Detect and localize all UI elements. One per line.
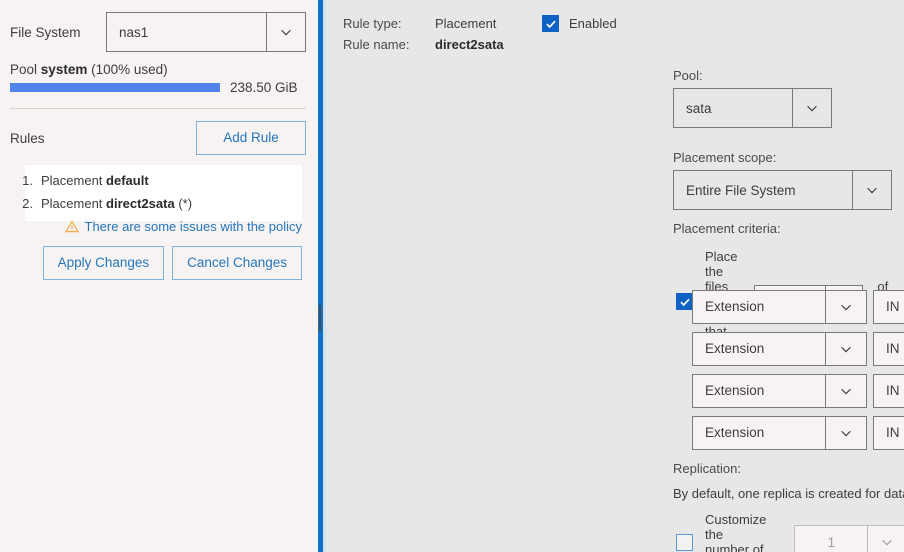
rule-name-label: Rule name:: [343, 37, 410, 52]
placement-scope-label: Placement scope:: [673, 150, 777, 165]
policy-actions: Apply Changes Cancel Changes: [25, 246, 302, 280]
pool-usage: (100% used): [91, 62, 168, 77]
criteria-attribute-select[interactable]: Extension: [692, 289, 867, 324]
file-system-select[interactable]: nas1: [106, 12, 306, 52]
enabled-label: Enabled: [569, 16, 617, 31]
pool-usage-bar-fill: [10, 83, 220, 92]
rule-type-value: Placement: [435, 16, 497, 31]
rule-index: 2.: [22, 196, 33, 211]
replicas-count-select[interactable]: 1: [794, 525, 904, 552]
chevron-down-icon: [852, 171, 891, 209]
criteria-attribute-select[interactable]: Extension: [692, 331, 867, 366]
add-rule-button[interactable]: Add Rule: [196, 121, 306, 155]
pool-field-label: Pool:: [673, 68, 703, 83]
customize-replicas-label: Customize the number of replicas:: [705, 512, 767, 552]
pool-prefix: Pool: [10, 62, 38, 77]
chevron-down-icon: [867, 526, 904, 552]
panel-splitter[interactable]: [318, 0, 326, 552]
pool-select-value: sata: [686, 100, 712, 116]
rule-index: 1.: [22, 173, 33, 188]
policy-issues-text: There are some issues with the policy: [84, 219, 302, 234]
rule-detail-panel: Rule type: Placement Rule name: direct2s…: [326, 0, 904, 552]
placement-scope-value: Entire File System: [686, 182, 796, 198]
rule-label: Placement default: [41, 173, 149, 188]
criteria-row: Extension IN: [692, 414, 904, 451]
criteria-operator-select[interactable]: IN: [873, 415, 904, 450]
replication-label: Replication:: [673, 461, 741, 476]
criteria-operator-select[interactable]: IN: [873, 331, 904, 366]
chevron-down-icon: [825, 290, 866, 323]
place-files-checkbox[interactable]: [676, 293, 693, 310]
rule-name-row: Rule name: direct2sata: [343, 34, 504, 55]
rule-name-value: direct2sata: [435, 37, 504, 52]
rule-type: Placement: [41, 196, 103, 211]
criteria-operator-value: IN: [886, 341, 900, 356]
rule-type-row: Rule type: Placement: [343, 13, 504, 34]
criteria-operator-value: IN: [886, 299, 900, 314]
left-panel: File System nas1 Pool system (100% used)…: [0, 0, 318, 552]
warning-triangle-icon: [64, 220, 79, 233]
policy-editor-window: File System nas1 Pool system (100% used)…: [0, 0, 904, 552]
enabled-row: Enabled: [542, 15, 617, 32]
rules-title: Rules: [10, 130, 45, 146]
criteria-rows: Extension IN Extension IN Extension IN E…: [692, 288, 904, 456]
file-system-select-value: nas1: [119, 24, 149, 40]
replicas-count-value: 1: [827, 534, 836, 550]
rule-type: Placement: [41, 173, 103, 188]
criteria-attribute-value: Extension: [705, 425, 765, 440]
criteria-attribute-value: Extension: [705, 383, 765, 398]
rule-label: Placement direct2sata (*): [41, 196, 192, 211]
placement-criteria-label: Placement criteria:: [673, 221, 781, 236]
chevron-down-icon: [792, 89, 831, 127]
pool-name: system: [40, 62, 88, 77]
replication-description: By default, one replica is created for d…: [673, 486, 904, 501]
left-divider: [10, 108, 306, 109]
enabled-checkbox[interactable]: [542, 15, 559, 32]
criteria-operator-select[interactable]: IN: [873, 289, 904, 324]
criteria-row: Extension IN: [692, 288, 904, 325]
pool-size-label: 238.50 GiB: [230, 80, 298, 95]
rule-type-label: Rule type:: [343, 16, 402, 31]
chevron-down-icon: [825, 332, 866, 365]
customize-replicas-row: Customize the number of replicas: 1: [676, 512, 904, 552]
criteria-row: Extension IN: [692, 372, 904, 409]
rule-name: default: [106, 173, 149, 188]
criteria-operator-select[interactable]: IN: [873, 373, 904, 408]
rule-meta: Rule type: Placement Rule name: direct2s…: [343, 13, 504, 55]
rule-list-item[interactable]: 2. Placement direct2sata (*): [22, 192, 302, 215]
chevron-down-icon: [825, 374, 866, 407]
pool-select[interactable]: sata: [673, 88, 832, 128]
pool-usage-row: 238.50 GiB: [10, 80, 300, 95]
chevron-down-icon: [266, 13, 305, 51]
placement-scope-select[interactable]: Entire File System: [673, 170, 892, 210]
rules-header: Rules Add Rule: [10, 120, 306, 156]
rule-list-item[interactable]: 1. Placement default: [22, 169, 302, 192]
splitter-bar: [318, 0, 323, 552]
cancel-changes-button[interactable]: Cancel Changes: [172, 246, 302, 280]
criteria-attribute-value: Extension: [705, 341, 765, 356]
policy-issues-row: There are some issues with the policy: [25, 219, 302, 234]
rule-name: direct2sata: [106, 196, 175, 211]
chevron-down-icon: [825, 416, 866, 449]
criteria-attribute-select[interactable]: Extension: [692, 373, 867, 408]
apply-changes-button[interactable]: Apply Changes: [42, 246, 165, 280]
pool-usage-bar: [10, 83, 220, 92]
splitter-drag-handle[interactable]: [319, 305, 321, 331]
criteria-attribute-select[interactable]: Extension: [692, 415, 867, 450]
rule-suffix: (*): [178, 196, 193, 211]
policy-issues-link[interactable]: There are some issues with the policy: [64, 219, 302, 234]
criteria-attribute-value: Extension: [705, 299, 765, 314]
customize-replicas-checkbox[interactable]: [676, 533, 693, 551]
criteria-operator-value: IN: [886, 425, 900, 440]
pool-summary: Pool system (100% used): [10, 62, 168, 77]
criteria-row: Extension IN: [692, 330, 904, 367]
rules-list: 1. Placement default 2. Placement direct…: [22, 165, 302, 221]
file-system-row: File System nas1: [10, 12, 306, 52]
file-system-label: File System: [10, 24, 81, 40]
criteria-operator-value: IN: [886, 383, 900, 398]
